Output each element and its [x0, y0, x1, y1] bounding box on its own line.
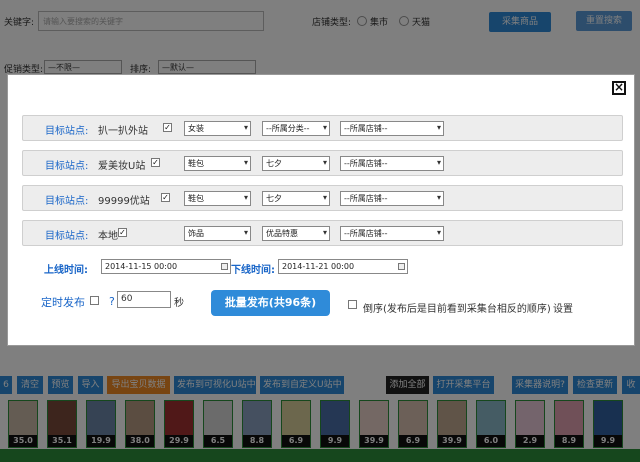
batch-publish-button[interactable]: 批量发布(共96条)	[211, 290, 330, 316]
sub-category-select[interactable]: 七夕	[262, 156, 330, 171]
reverse-order-label: 倒序(发布后是目前看到采集台相反的顺序)	[363, 304, 551, 315]
seconds-label: 秒	[174, 298, 184, 309]
category-select-value: 鞋包	[188, 159, 204, 168]
target-site-checkbox[interactable]: ✓	[161, 193, 170, 202]
sub-category-select-value: 七夕	[266, 159, 282, 168]
offline-time-label: 下线时间:	[231, 265, 275, 276]
category-select[interactable]: 女装	[184, 121, 251, 136]
settings-link[interactable]: 设置	[553, 300, 573, 315]
offline-time-value: 2014-11-21 00:00	[282, 262, 355, 271]
category-select[interactable]: 鞋包	[184, 156, 251, 171]
target-site-label: 目标站点:	[45, 231, 89, 242]
sub-category-select-value: 七夕	[266, 194, 282, 203]
target-site-name: 本地	[98, 231, 118, 242]
target-site-label: 目标站点:	[45, 126, 89, 137]
timed-publish-checkbox[interactable]	[90, 296, 99, 305]
category-select[interactable]: 饰品	[184, 226, 251, 241]
shop-select-value: --所属店铺--	[344, 229, 388, 238]
reverse-order-checkbox[interactable]	[348, 300, 357, 309]
target-site-name: 扒一扒外站	[98, 126, 148, 137]
timed-publish-label: 定时发布	[41, 296, 85, 309]
sub-category-select[interactable]: 优品特惠	[262, 226, 330, 241]
target-site-label: 目标站点:	[45, 196, 89, 207]
target-site-row: 目标站点: 本地✓ 饰品 优品特惠 --所属店铺--	[22, 220, 623, 246]
target-site-label: 目标站点:	[45, 161, 89, 172]
category-select-value: 鞋包	[188, 194, 204, 203]
online-time-value: 2014-11-15 00:00	[105, 262, 178, 271]
interval-seconds-input[interactable]: 60	[117, 291, 171, 308]
sub-category-select[interactable]: 七夕	[262, 191, 330, 206]
shop-select-value: --所属店铺--	[344, 159, 388, 168]
category-select[interactable]: 鞋包	[184, 191, 251, 206]
sub-category-select[interactable]: --所属分类--	[262, 121, 330, 136]
shop-select-value: --所属店铺--	[344, 124, 388, 133]
shop-select[interactable]: --所属店铺--	[340, 121, 444, 136]
sub-category-select-value: 优品特惠	[266, 229, 298, 238]
target-site-row: 目标站点: 扒一扒外站 ✓ 女装 --所属分类-- --所属店铺--	[22, 115, 623, 141]
calendar-icon[interactable]	[221, 263, 228, 270]
calendar-icon[interactable]	[398, 263, 405, 270]
target-site-name: 爱美妆U站	[98, 161, 146, 172]
category-select-value: 女装	[188, 124, 204, 133]
online-time-label: 上线时间:	[44, 265, 88, 276]
sub-category-select-value: --所属分类--	[266, 124, 310, 133]
offline-time-input[interactable]: 2014-11-21 00:00	[278, 259, 408, 274]
target-site-row: 目标站点: 99999优站 ✓ 鞋包 七夕 --所属店铺--	[22, 185, 623, 211]
target-site-name: 99999优站	[98, 196, 150, 207]
target-site-checkbox[interactable]: ✓	[118, 228, 127, 237]
help-icon[interactable]: ?	[109, 295, 115, 308]
category-select-value: 饰品	[188, 229, 204, 238]
batch-publish-dialog: × 目标站点: 扒一扒外站 ✓ 女装 --所属分类-- --所属店铺-- 目标站点: 爱美妆U…	[7, 74, 635, 346]
shop-select[interactable]: --所属店铺--	[340, 191, 444, 206]
target-site-checkbox[interactable]: ✓	[163, 123, 172, 132]
close-icon[interactable]: ×	[612, 81, 626, 95]
shop-select-value: --所属店铺--	[344, 194, 388, 203]
target-site-checkbox[interactable]: ✓	[151, 158, 160, 167]
online-time-input[interactable]: 2014-11-15 00:00	[101, 259, 231, 274]
shop-select[interactable]: --所属店铺--	[340, 156, 444, 171]
target-site-row: 目标站点: 爱美妆U站 ✓ 鞋包 七夕 --所属店铺--	[22, 150, 623, 176]
shop-select[interactable]: --所属店铺--	[340, 226, 444, 241]
